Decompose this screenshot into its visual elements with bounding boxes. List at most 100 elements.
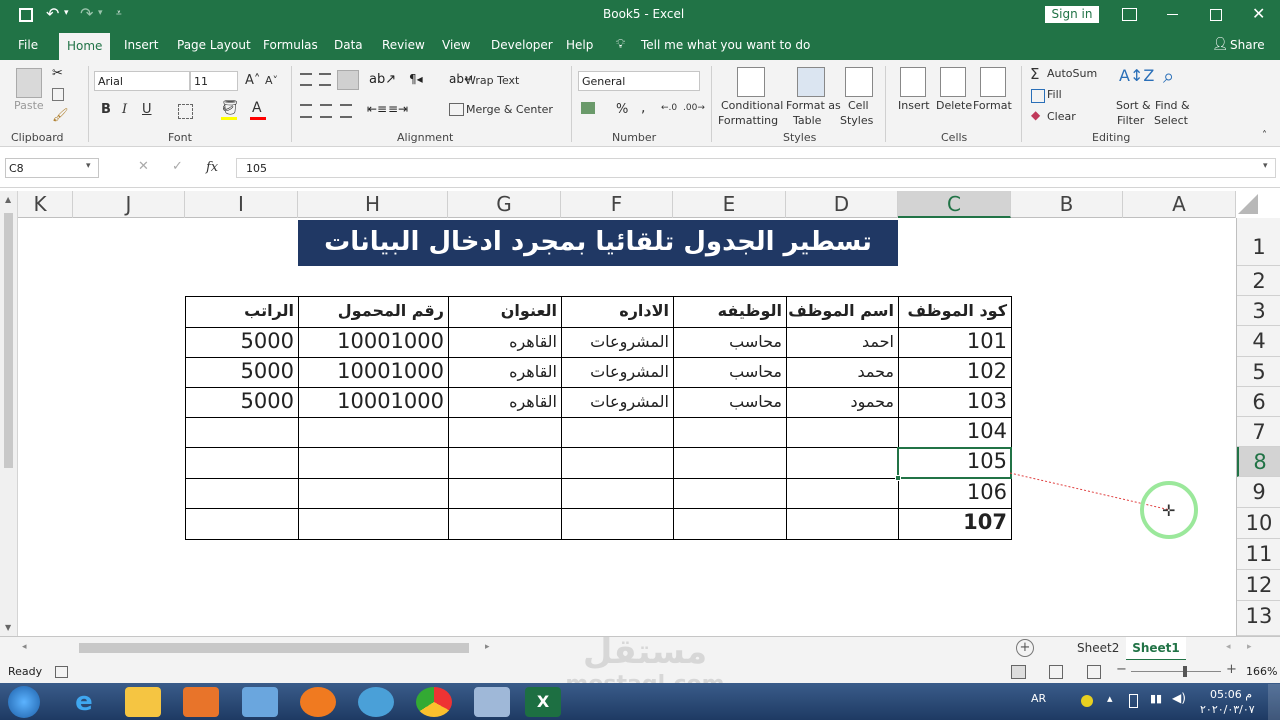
table-cell[interactable]: 106 [898,478,1011,508]
row-header-selected[interactable]: 8 [1237,447,1280,477]
table-header-cell[interactable]: كود الموظف [898,296,1011,327]
name-box[interactable]: C8 [5,158,99,178]
zoom-slider-thumb[interactable] [1183,666,1187,677]
media-player-icon[interactable] [183,687,219,717]
tab-formulas[interactable]: Formulas [263,38,318,52]
tell-me-search[interactable]: Tell me what you want to do [641,38,810,52]
table-cell[interactable] [448,417,561,447]
close-icon[interactable]: ✕ [1252,4,1265,23]
table-cell[interactable]: المشروعات [561,387,673,417]
table-header-cell[interactable]: العنوان [448,296,561,327]
table-cell[interactable] [448,478,561,508]
maximize-icon[interactable] [1210,9,1222,21]
file-explorer-icon[interactable] [125,687,161,717]
redo-icon[interactable]: ↷ [80,4,93,23]
zoom-level[interactable]: 166% [1246,665,1277,678]
table-cell[interactable] [786,447,898,478]
table-cell[interactable] [448,508,561,539]
table-cell[interactable] [786,508,898,539]
prev-sheet-icon[interactable]: ◂ [1226,642,1231,652]
comma-button[interactable]: , [641,100,645,116]
table-cell[interactable] [673,417,786,447]
table-header-cell[interactable]: رقم المحمول [298,296,448,327]
tab-help[interactable]: Help [566,38,593,52]
horizontal-scroll-thumb[interactable] [79,643,469,653]
clear-button[interactable]: Clear [1047,110,1076,123]
borders-icon[interactable] [178,104,193,119]
table-cell[interactable] [298,508,448,539]
clear-icon[interactable]: ◆ [1031,108,1040,122]
table-cell[interactable] [561,447,673,478]
row-header[interactable]: 5 [1237,357,1280,387]
increase-font-icon[interactable]: A˄ [245,73,260,88]
table-cell[interactable]: 10001000 [298,387,448,417]
table-cell[interactable]: 10001000 [298,357,448,387]
col-header-j[interactable]: J [73,191,185,218]
sign-in-button[interactable]: Sign in [1045,6,1099,23]
col-header-f[interactable]: F [561,191,673,218]
table-cell[interactable]: 104 [898,417,1011,447]
table-cell[interactable] [298,478,448,508]
table-cell[interactable]: 101 [898,327,1011,357]
merge-center-icon[interactable] [449,103,464,116]
table-cell[interactable] [185,478,298,508]
increase-indent-icon[interactable]: ≡⇥ [388,102,408,116]
table-header-cell[interactable]: الوظيفه [673,296,786,327]
share-icon[interactable]: 👤︎ [1212,37,1229,52]
cell-styles-icon[interactable] [845,67,873,97]
input-language[interactable]: AR [1031,692,1046,705]
delete-cells-icon[interactable] [940,67,966,97]
table-cell[interactable]: محمود [786,387,898,417]
cut-icon[interactable]: ✂ [52,66,63,81]
internet-explorer-icon[interactable]: e [66,687,102,717]
table-cell[interactable]: محمد [786,357,898,387]
table-cell[interactable] [673,478,786,508]
col-header-d[interactable]: D [786,191,898,218]
row-header[interactable]: 13 [1237,601,1280,636]
col-header-h[interactable]: H [298,191,448,218]
format-cells-button[interactable]: Format [973,99,1012,112]
table-cell[interactable]: 107 [898,508,1011,539]
merge-center-button[interactable]: Merge & Center [466,103,553,116]
tab-data[interactable]: Data [334,38,363,52]
row-header[interactable]: 9 [1237,477,1280,508]
table-cell[interactable] [298,447,448,478]
scroll-up-icon[interactable]: ▲ [5,195,11,204]
select-all-corner[interactable] [1238,194,1258,214]
fill-color-icon[interactable]: 🪣︎ [221,100,239,116]
delete-cells-button[interactable]: Delete [936,99,972,112]
bold-button[interactable]: B [101,102,111,117]
zoom-out-icon[interactable]: − [1116,662,1127,677]
table-cell[interactable] [561,478,673,508]
sort-filter-icon[interactable]: A↕Z [1119,66,1154,85]
decrease-decimal-icon[interactable]: .00→ [683,103,705,113]
format-painter-icon[interactable]: 🖌︎ [52,108,69,123]
tray-icon[interactable] [1081,695,1093,707]
tab-insert[interactable]: Insert [124,38,158,52]
redo-dropdown-icon[interactable]: ▾ [98,8,103,18]
table-cell[interactable]: القاهره [448,327,561,357]
font-name-select[interactable]: Arial [94,71,190,91]
network-icon[interactable]: ▮▮ [1150,692,1162,705]
col-header-a[interactable]: A [1123,191,1236,218]
clock-date[interactable]: ٢٠٢٠/٠٣/٠٧ [1200,703,1255,716]
start-button-icon[interactable] [8,686,40,718]
table-cell[interactable]: 103 [898,387,1011,417]
share-button[interactable]: Share [1230,38,1265,52]
firefox-icon[interactable] [300,687,336,717]
font-color-icon[interactable]: A [252,100,262,116]
table-cell[interactable] [673,447,786,478]
app-icon[interactable] [242,687,278,717]
table-cell[interactable] [561,417,673,447]
table-cell[interactable]: المشروعات [561,327,673,357]
accounting-format-icon[interactable] [581,102,595,114]
chrome-icon[interactable] [416,687,452,717]
table-cell[interactable]: 102 [898,357,1011,387]
new-sheet-icon[interactable]: + [1016,639,1034,657]
align-center-icon[interactable] [320,104,332,118]
row-header[interactable]: 3 [1237,296,1280,326]
page-break-view-icon[interactable] [1087,665,1101,679]
col-header-c[interactable]: C [898,191,1011,218]
find-select-icon[interactable]: ⌕ [1163,64,1174,88]
format-as-table-label-2[interactable]: Table [793,114,821,127]
